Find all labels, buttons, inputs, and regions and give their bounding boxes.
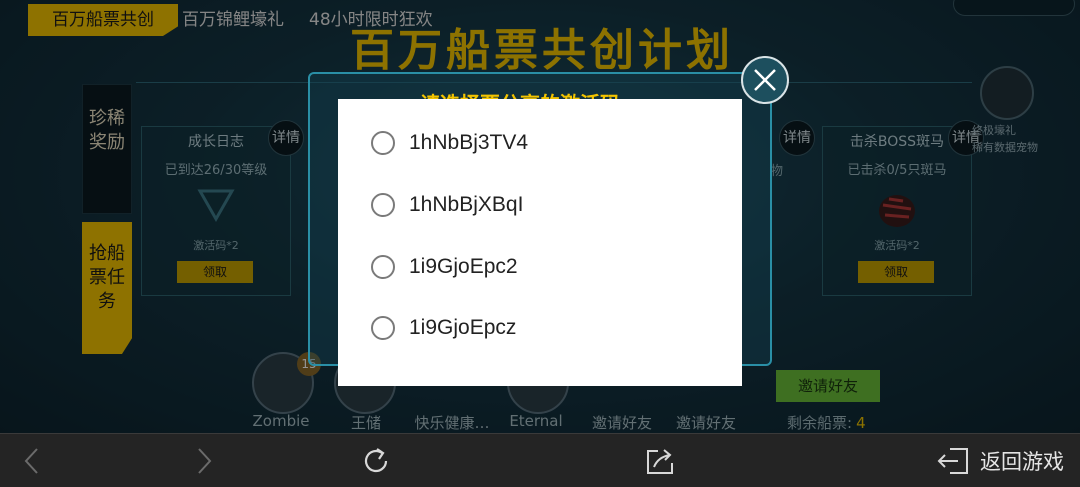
- radio-button[interactable]: [371, 255, 395, 279]
- refresh-button[interactable]: [356, 434, 396, 487]
- code-option-label: 1i9GjoEpc2: [409, 255, 518, 278]
- refresh-icon: [364, 447, 388, 472]
- code-option[interactable]: 1i9GjoEpc2: [371, 252, 518, 282]
- nav-back-button[interactable]: [14, 434, 50, 487]
- chevron-right-icon: [198, 447, 212, 474]
- code-option-label: 1hNbBj3TV4: [409, 131, 529, 154]
- activation-code-picker: 1hNbBj3TV4 1hNbBjXBqI 1i9GjoEpc2 1i9GjoE…: [338, 99, 742, 386]
- radio-button[interactable]: [371, 131, 395, 155]
- back-to-game-button[interactable]: 返回游戏: [930, 434, 1070, 487]
- radio-button[interactable]: [371, 316, 395, 340]
- code-option[interactable]: 1hNbBj3TV4: [371, 128, 528, 158]
- code-option[interactable]: 1i9GjoEpcz: [371, 313, 516, 343]
- share-button[interactable]: [640, 434, 680, 487]
- close-button[interactable]: [741, 56, 789, 104]
- code-option-label: 1i9GjoEpcz: [409, 316, 517, 339]
- share-icon: [647, 448, 673, 474]
- exit-arrow-icon: [937, 447, 968, 474]
- code-option[interactable]: 1hNbBjXBqI: [371, 190, 523, 220]
- bottom-nav-bar: 返回游戏: [0, 433, 1080, 487]
- radio-button[interactable]: [371, 193, 395, 217]
- nav-forward-button[interactable]: [186, 434, 222, 487]
- back-to-game-label: 返回游戏: [980, 449, 1064, 474]
- close-icon: [754, 69, 776, 91]
- code-option-label: 1hNbBjXBqI: [409, 193, 524, 216]
- chevron-left-icon: [24, 447, 38, 474]
